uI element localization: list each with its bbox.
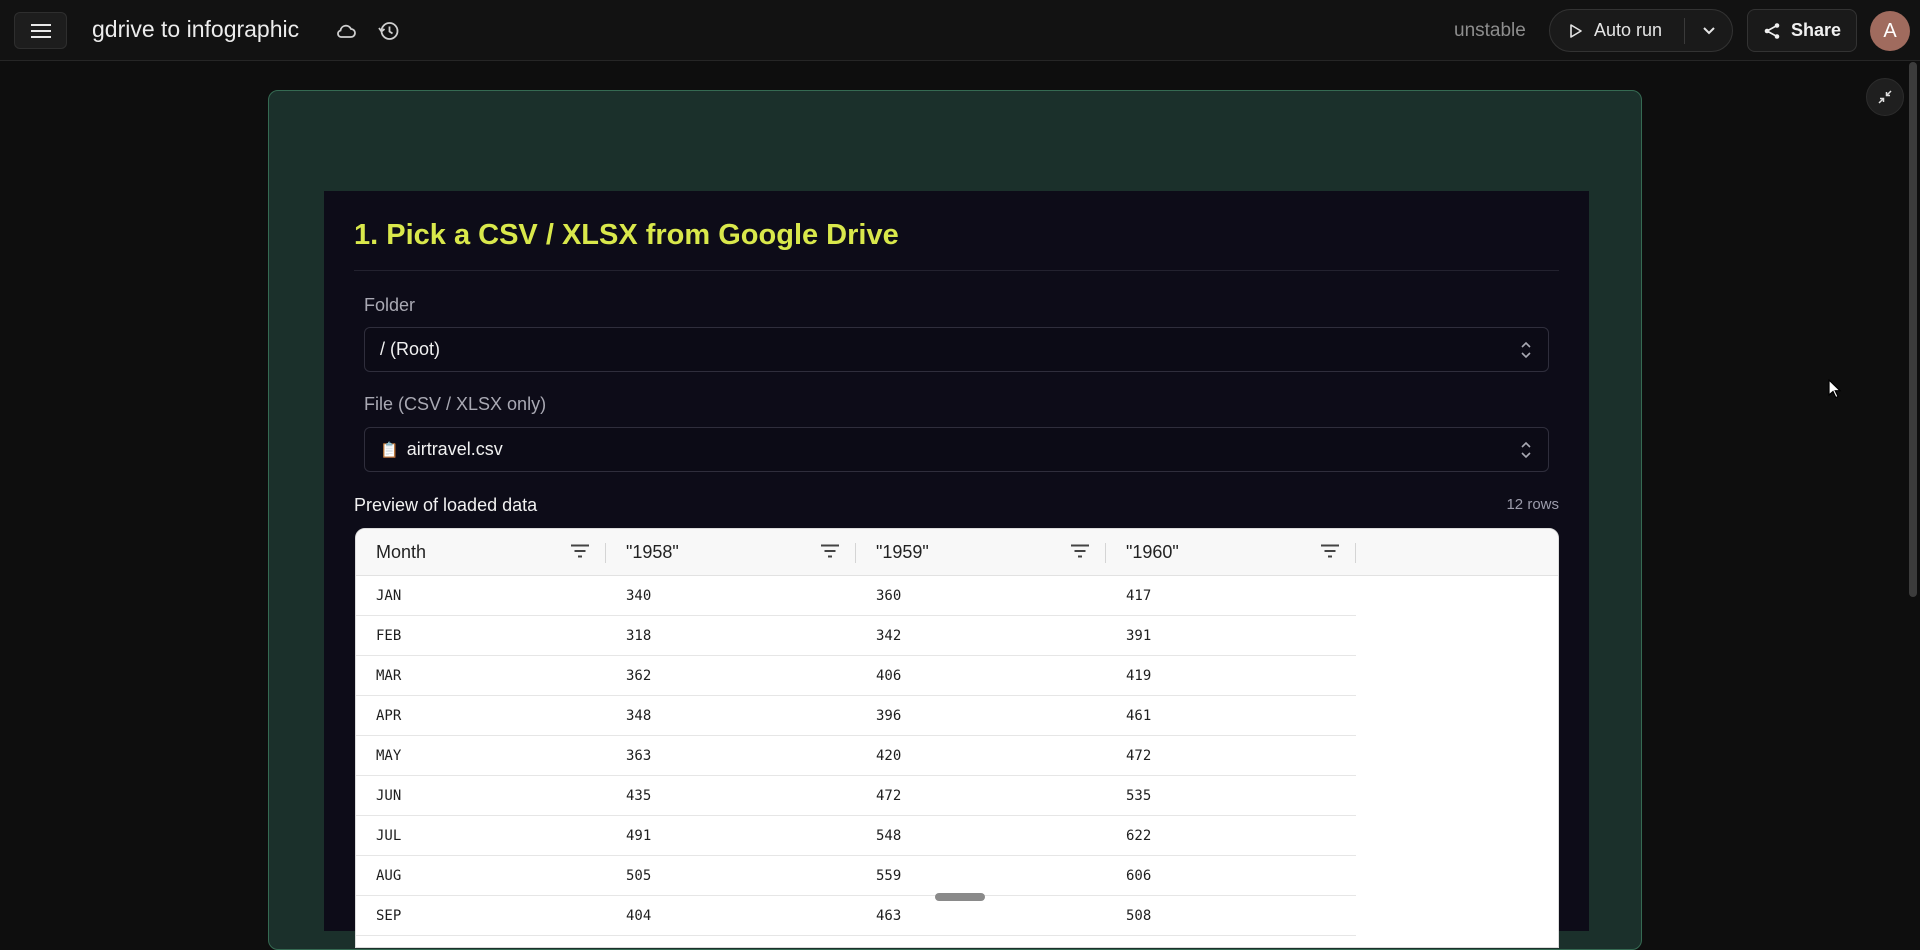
autorun-button[interactable]: Auto run (1550, 10, 1684, 51)
autorun-label: Auto run (1594, 20, 1663, 40)
table-cell[interactable]: 559 (856, 856, 1106, 895)
clipboard-icon: 📋 (380, 441, 399, 459)
table-cell[interactable]: SEP (356, 896, 606, 935)
section-divider (354, 270, 1559, 271)
share-button[interactable]: Share (1747, 9, 1857, 52)
table-cell[interactable]: 491 (606, 816, 856, 855)
table-cell[interactable]: 406 (856, 656, 1106, 695)
table-cell[interactable]: 363 (606, 736, 856, 775)
preview-label: Preview of loaded data (354, 495, 538, 515)
column-header-label: Month (376, 542, 427, 562)
collapse-button[interactable] (1866, 78, 1904, 116)
table-cell[interactable]: MAY (356, 736, 606, 775)
table-cell[interactable]: 419 (1106, 656, 1356, 695)
table-cell[interactable]: APR (356, 696, 606, 735)
table-cell[interactable]: JAN (356, 576, 606, 615)
file-select-value: airtravel.csv (406, 439, 503, 459)
table-row[interactable]: SEP 404 463 508 (356, 896, 1558, 936)
folder-select-value: / (Root) (380, 339, 441, 359)
filter-icon[interactable] (571, 544, 589, 558)
row-count: 12 rows (1506, 496, 1559, 513)
share-label: Share (1790, 20, 1842, 40)
resize-handle[interactable] (935, 893, 985, 901)
avatar[interactable]: A (1870, 11, 1910, 51)
top-bar: gdrive to infographic unstable Auto run (0, 0, 1920, 61)
table-cell[interactable]: 342 (856, 616, 1106, 655)
column-header[interactable]: "1958" (606, 529, 856, 576)
autorun-dropdown-button[interactable] (1685, 26, 1732, 35)
table-cell[interactable]: 472 (1106, 736, 1356, 775)
filter-icon[interactable] (1071, 544, 1089, 558)
collapse-icon (1878, 90, 1892, 104)
table-cell[interactable]: JUN (356, 776, 606, 815)
mouse-cursor (1828, 378, 1842, 404)
column-header-label: "1960" (1126, 542, 1179, 562)
table-cell[interactable]: 606 (1106, 856, 1356, 895)
table-cell[interactable]: 318 (606, 616, 856, 655)
column-separator[interactable] (1355, 543, 1356, 563)
grid-header: Month "1958" "1959" "1960" (356, 529, 1558, 576)
table-cell[interactable]: 472 (856, 776, 1106, 815)
table-row[interactable]: AUG 505 559 606 (356, 856, 1558, 896)
column-header[interactable]: "1960" (1106, 529, 1356, 576)
app-title: gdrive to infographic (92, 16, 300, 42)
play-icon (1570, 23, 1582, 38)
cloud-icon[interactable] (334, 19, 358, 43)
table-cell[interactable]: 508 (1106, 896, 1356, 935)
hamburger-icon (30, 23, 51, 38)
scrollbar-thumb[interactable] (1909, 62, 1917, 597)
table-cell[interactable]: 404 (606, 896, 856, 935)
folder-select[interactable]: / (Root) (364, 327, 1549, 372)
column-header-label: "1958" (626, 542, 679, 562)
status-text: unstable (1454, 20, 1526, 41)
table-cell[interactable]: 463 (856, 896, 1106, 935)
table-cell[interactable]: 435 (606, 776, 856, 815)
section-panel: 1. Pick a CSV / XLSX from Google Drive F… (324, 191, 1589, 948)
table-row[interactable]: JUN 435 472 535 (356, 776, 1558, 816)
file-label: File (CSV / XLSX only) (364, 394, 547, 414)
table-cell[interactable]: 340 (606, 576, 856, 615)
data-grid: Month "1958" "1959" "1960" JAN 340 360 417 FEB 3… (355, 528, 1559, 948)
table-cell[interactable]: 417 (1106, 576, 1356, 615)
table-cell[interactable]: 362 (606, 656, 856, 695)
filter-icon[interactable] (1321, 544, 1339, 558)
column-header[interactable]: "1959" (856, 529, 1106, 576)
table-cell[interactable]: 391 (1106, 616, 1356, 655)
history-icon[interactable] (377, 19, 401, 43)
file-select[interactable]: 📋 airtravel.csv (364, 427, 1549, 472)
table-cell[interactable]: 535 (1106, 776, 1356, 815)
column-header[interactable]: Month (356, 529, 606, 576)
table-cell[interactable]: JUL (356, 816, 606, 855)
table-cell[interactable]: 396 (856, 696, 1106, 735)
page-scrollbar[interactable] (1908, 62, 1918, 922)
table-row[interactable]: JAN 340 360 417 (356, 576, 1558, 616)
menu-button[interactable] (14, 12, 67, 49)
table-cell[interactable]: 420 (856, 736, 1106, 775)
section-title: 1. Pick a CSV / XLSX from Google Drive (354, 219, 899, 251)
table-cell[interactable]: 360 (856, 576, 1106, 615)
select-chevrons-icon (1521, 441, 1531, 459)
table-cell[interactable]: 348 (606, 696, 856, 735)
autorun-control: Auto run (1549, 9, 1733, 52)
share-icon (1764, 22, 1780, 39)
table-row[interactable]: FEB 318 342 391 (356, 616, 1558, 656)
table-row[interactable]: MAY 363 420 472 (356, 736, 1558, 776)
table-row[interactable]: MAR 362 406 419 (356, 656, 1558, 696)
chevron-down-icon (1702, 26, 1715, 34)
grid-body: JAN 340 360 417 FEB 318 342 391 MAR 362 406 419 APR 3… (356, 576, 1558, 936)
folder-label: Folder (364, 295, 416, 315)
table-cell[interactable]: AUG (356, 856, 606, 895)
table-cell[interactable]: 505 (606, 856, 856, 895)
select-chevrons-icon (1521, 341, 1531, 359)
table-row[interactable]: APR 348 396 461 (356, 696, 1558, 736)
filter-icon[interactable] (821, 544, 839, 558)
table-cell[interactable]: 622 (1106, 816, 1356, 855)
table-cell[interactable]: FEB (356, 616, 606, 655)
table-cell[interactable]: 548 (856, 816, 1106, 855)
table-row[interactable]: JUL 491 548 622 (356, 816, 1558, 856)
table-cell[interactable]: 461 (1106, 696, 1356, 735)
table-cell[interactable]: MAR (356, 656, 606, 695)
column-header-label: "1959" (876, 542, 929, 562)
